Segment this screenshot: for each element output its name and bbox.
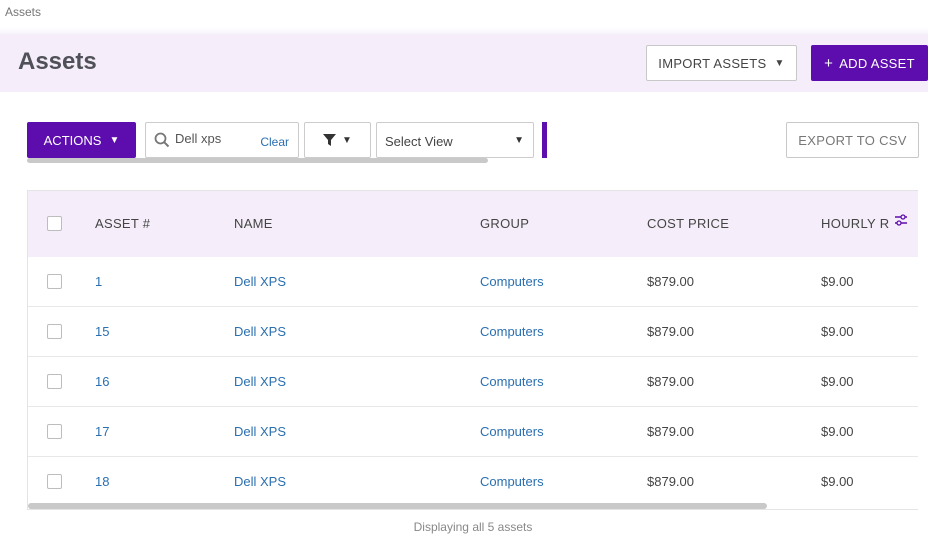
chevron-down-icon: ▼ bbox=[342, 134, 352, 146]
import-assets-button[interactable]: IMPORT ASSETS ▼ bbox=[646, 45, 797, 81]
cost-price-cell: $879.00 bbox=[647, 374, 694, 389]
clear-search-link[interactable]: Clear bbox=[260, 135, 289, 149]
table-horizontal-scrollbar[interactable] bbox=[28, 503, 767, 509]
asset-number-link[interactable]: 15 bbox=[95, 324, 109, 339]
column-header-hourly-rate[interactable]: HOURLY R bbox=[821, 216, 889, 231]
row-checkbox[interactable] bbox=[47, 274, 62, 289]
filter-icon bbox=[323, 133, 337, 146]
chevron-down-icon: ▼ bbox=[514, 135, 524, 146]
hourly-rate-cell: $9.00 bbox=[821, 424, 854, 439]
asset-group-link[interactable]: Computers bbox=[480, 474, 544, 489]
row-checkbox[interactable] bbox=[47, 324, 62, 339]
asset-group-link[interactable]: Computers bbox=[480, 324, 544, 339]
toolbar-scrollbar[interactable] bbox=[27, 158, 488, 163]
asset-name-link[interactable]: Dell XPS bbox=[234, 424, 286, 439]
table-header: ASSET # NAME GROUP COST PRICE HOURLY R bbox=[28, 191, 918, 257]
column-settings-icon[interactable] bbox=[894, 213, 908, 227]
chevron-down-icon: ▼ bbox=[774, 57, 785, 69]
table-row[interactable]: 1 Dell XPS Computers $879.00 $9.00 bbox=[28, 257, 918, 307]
export-csv-button[interactable]: EXPORT TO CSV bbox=[786, 122, 919, 158]
hourly-rate-cell: $9.00 bbox=[821, 374, 854, 389]
column-header-name[interactable]: NAME bbox=[234, 216, 273, 231]
table-row[interactable]: 15 Dell XPS Computers $879.00 $9.00 bbox=[28, 307, 918, 357]
hourly-rate-cell: $9.00 bbox=[821, 324, 854, 339]
asset-name-link[interactable]: Dell XPS bbox=[234, 374, 286, 389]
search-icon bbox=[154, 132, 170, 148]
asset-number-link[interactable]: 1 bbox=[95, 274, 102, 289]
asset-name-link[interactable]: Dell XPS bbox=[234, 474, 286, 489]
actions-button[interactable]: ACTIONS ▼ bbox=[27, 122, 136, 158]
row-checkbox[interactable] bbox=[47, 374, 62, 389]
record-count: Displaying all 5 assets bbox=[413, 520, 533, 534]
cost-price-cell: $879.00 bbox=[647, 324, 694, 339]
select-view-label: Select View bbox=[385, 134, 453, 149]
breadcrumb[interactable]: Assets bbox=[5, 5, 41, 19]
column-header-group[interactable]: GROUP bbox=[480, 216, 529, 231]
asset-group-link[interactable]: Computers bbox=[480, 424, 544, 439]
hourly-rate-cell: $9.00 bbox=[821, 274, 854, 289]
row-checkbox[interactable] bbox=[47, 474, 62, 489]
page-header: Assets IMPORT ASSETS ▼ + ADD ASSET bbox=[0, 34, 928, 92]
cost-price-cell: $879.00 bbox=[647, 274, 694, 289]
asset-group-link[interactable]: Computers bbox=[480, 274, 544, 289]
table-row[interactable]: 16 Dell XPS Computers $879.00 $9.00 bbox=[28, 357, 918, 407]
table-row[interactable]: 18 Dell XPS Computers $879.00 $9.00 bbox=[28, 457, 918, 507]
filter-button[interactable]: ▼ bbox=[304, 122, 371, 158]
row-checkbox[interactable] bbox=[47, 424, 62, 439]
add-asset-button[interactable]: + ADD ASSET bbox=[811, 45, 928, 81]
select-all-checkbox[interactable] bbox=[47, 216, 62, 231]
asset-number-link[interactable]: 18 bbox=[95, 474, 109, 489]
asset-group-link[interactable]: Computers bbox=[480, 374, 544, 389]
search-input[interactable] bbox=[175, 131, 250, 146]
asset-name-link[interactable]: Dell XPS bbox=[234, 274, 286, 289]
column-header-cost-price[interactable]: COST PRICE bbox=[647, 216, 729, 231]
search-box: Clear bbox=[145, 122, 299, 158]
asset-number-link[interactable]: 16 bbox=[95, 374, 109, 389]
hourly-rate-cell: $9.00 bbox=[821, 474, 854, 489]
cost-price-cell: $879.00 bbox=[647, 474, 694, 489]
overflow-button-edge[interactable] bbox=[542, 122, 547, 158]
asset-number-link[interactable]: 17 bbox=[95, 424, 109, 439]
actions-label: ACTIONS bbox=[43, 132, 102, 148]
assets-table: ASSET # NAME GROUP COST PRICE HOURLY R 1… bbox=[27, 190, 918, 510]
table-row[interactable]: 17 Dell XPS Computers $879.00 $9.00 bbox=[28, 407, 918, 457]
cost-price-cell: $879.00 bbox=[647, 424, 694, 439]
page-title: Assets bbox=[18, 48, 97, 75]
column-header-asset-number[interactable]: ASSET # bbox=[95, 216, 150, 231]
asset-name-link[interactable]: Dell XPS bbox=[234, 324, 286, 339]
chevron-down-icon: ▼ bbox=[109, 134, 120, 146]
plus-icon: + bbox=[824, 54, 834, 72]
select-view-dropdown[interactable]: Select View ▼ bbox=[376, 122, 534, 158]
add-asset-label: ADD ASSET bbox=[839, 55, 915, 71]
import-assets-label: IMPORT ASSETS bbox=[658, 55, 767, 71]
toolbar: ACTIONS ▼ Clear ▼ Select View ▼ EXPORT T… bbox=[0, 120, 928, 170]
